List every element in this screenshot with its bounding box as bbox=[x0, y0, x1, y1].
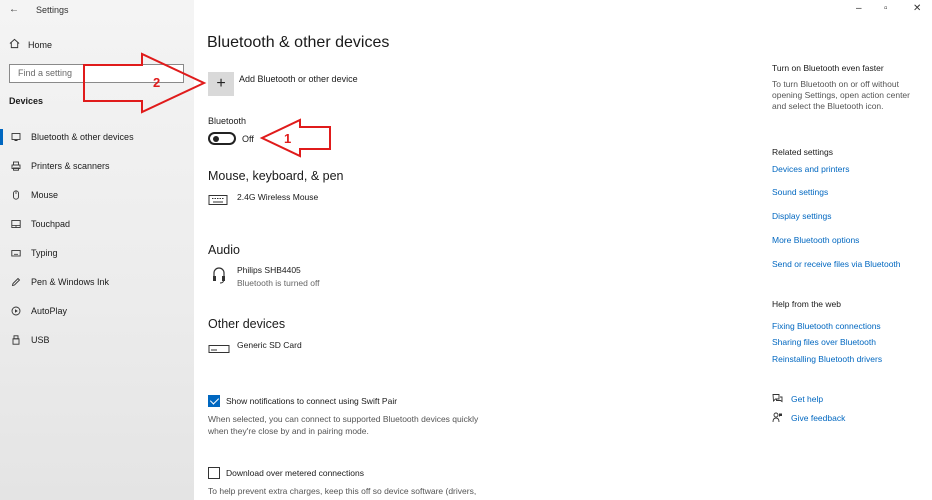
section-label: Devices bbox=[9, 96, 44, 106]
home-icon bbox=[9, 38, 20, 51]
related-link-devices-printers[interactable]: Devices and printers bbox=[772, 164, 849, 174]
other-section-heading: Other devices bbox=[208, 317, 286, 331]
sidebar-item-label: Touchpad bbox=[31, 219, 71, 229]
feedback-icon bbox=[772, 412, 783, 425]
sidebar-item-typing[interactable]: Typing bbox=[0, 243, 194, 263]
related-settings-heading: Related settings bbox=[772, 147, 833, 157]
audio-section-heading: Audio bbox=[208, 243, 240, 257]
app-title: Settings bbox=[36, 5, 69, 15]
metered-description: To help prevent extra charges, keep this… bbox=[208, 486, 477, 496]
autoplay-icon bbox=[10, 306, 22, 316]
page-title: Bluetooth & other devices bbox=[207, 34, 390, 51]
swift-pair-checkbox[interactable] bbox=[208, 395, 220, 407]
sidebar-item-label: USB bbox=[31, 335, 50, 345]
printer-icon bbox=[10, 161, 22, 171]
annotation-number-1: 1 bbox=[284, 131, 292, 146]
help-heading: Help from the web bbox=[772, 299, 841, 309]
related-link-more-bluetooth[interactable]: More Bluetooth options bbox=[772, 235, 859, 245]
close-icon[interactable]: ✕ bbox=[913, 3, 921, 14]
headset-icon bbox=[212, 266, 226, 286]
audio-device[interactable]: Philips SHB4405 bbox=[237, 265, 301, 275]
related-link-display-settings[interactable]: Display settings bbox=[772, 211, 832, 221]
bluetooth-toggle[interactable] bbox=[208, 132, 236, 145]
plus-icon: + bbox=[216, 75, 226, 92]
sidebar-item-mouse[interactable]: Mouse bbox=[0, 185, 194, 205]
pen-icon bbox=[10, 277, 22, 287]
give-feedback-link[interactable]: Give feedback bbox=[791, 413, 845, 423]
sidebar-item-label: Bluetooth & other devices bbox=[31, 132, 134, 142]
sidebar-item-pen[interactable]: Pen & Windows Ink bbox=[0, 272, 194, 292]
sidebar-item-label: Pen & Windows Ink bbox=[31, 277, 110, 287]
help-link-sharing[interactable]: Sharing files over Bluetooth bbox=[772, 337, 876, 347]
mouse-device[interactable]: 2.4G Wireless Mouse bbox=[237, 192, 318, 202]
usb-icon bbox=[10, 335, 22, 345]
audio-status: Bluetooth is turned off bbox=[237, 278, 320, 288]
keyboard-icon bbox=[208, 194, 228, 208]
sidebar-item-autoplay[interactable]: AutoPlay bbox=[0, 301, 194, 321]
annotation-number-2: 2 bbox=[153, 75, 161, 90]
sidebar-item-label: Typing bbox=[31, 248, 58, 258]
maximize-icon[interactable]: ▫ bbox=[884, 3, 888, 14]
get-help-icon bbox=[772, 393, 783, 406]
related-link-send-receive-files[interactable]: Send or receive files via Bluetooth bbox=[772, 259, 901, 269]
toggle-knob bbox=[213, 135, 219, 142]
faster-text: To turn Bluetooth on or off without open… bbox=[772, 79, 910, 111]
annotation-arrow-1 bbox=[259, 118, 331, 158]
get-help-link[interactable]: Get help bbox=[791, 394, 823, 404]
minimize-icon[interactable]: – bbox=[856, 3, 862, 14]
other-device[interactable]: Generic SD Card bbox=[237, 340, 302, 350]
keyboard-icon bbox=[10, 248, 22, 258]
home-label: Home bbox=[28, 39, 53, 50]
sidebar-item-usb[interactable]: USB bbox=[0, 330, 194, 350]
sidebar-item-touchpad[interactable]: Touchpad bbox=[0, 214, 194, 234]
sidebar-item-printers[interactable]: Printers & scanners bbox=[0, 156, 194, 176]
faster-heading: Turn on Bluetooth even faster bbox=[772, 63, 884, 73]
swift-pair-description: When selected, you can connect to suppor… bbox=[208, 414, 479, 436]
add-device-button[interactable]: + bbox=[208, 72, 234, 96]
touchpad-icon bbox=[10, 219, 22, 229]
sidebar-item-label: Mouse bbox=[31, 190, 59, 200]
sidebar: ← Settings Home Find a setting Devices B… bbox=[0, 0, 194, 500]
help-link-reinstalling[interactable]: Reinstalling Bluetooth drivers bbox=[772, 354, 882, 364]
bluetooth-state: Off bbox=[242, 134, 254, 144]
bluetooth-icon bbox=[10, 132, 22, 142]
add-device-label[interactable]: Add Bluetooth or other device bbox=[239, 74, 358, 84]
sd-card-icon bbox=[208, 344, 230, 356]
sidebar-item-label: AutoPlay bbox=[31, 306, 68, 316]
mouse-section-heading: Mouse, keyboard, & pen bbox=[208, 169, 344, 183]
metered-label[interactable]: Download over metered connections bbox=[226, 468, 364, 478]
mouse-icon bbox=[10, 190, 22, 200]
related-link-sound-settings[interactable]: Sound settings bbox=[772, 187, 828, 197]
bluetooth-label: Bluetooth bbox=[208, 116, 247, 126]
metered-checkbox[interactable] bbox=[208, 467, 220, 479]
back-arrow-icon[interactable]: ← bbox=[9, 4, 19, 15]
help-link-fixing[interactable]: Fixing Bluetooth connections bbox=[772, 321, 881, 331]
sidebar-item-bluetooth[interactable]: Bluetooth & other devices bbox=[0, 127, 194, 147]
swift-pair-label[interactable]: Show notifications to connect using Swif… bbox=[226, 396, 397, 406]
home-link[interactable]: Home bbox=[9, 38, 52, 51]
sidebar-item-label: Printers & scanners bbox=[31, 161, 110, 171]
